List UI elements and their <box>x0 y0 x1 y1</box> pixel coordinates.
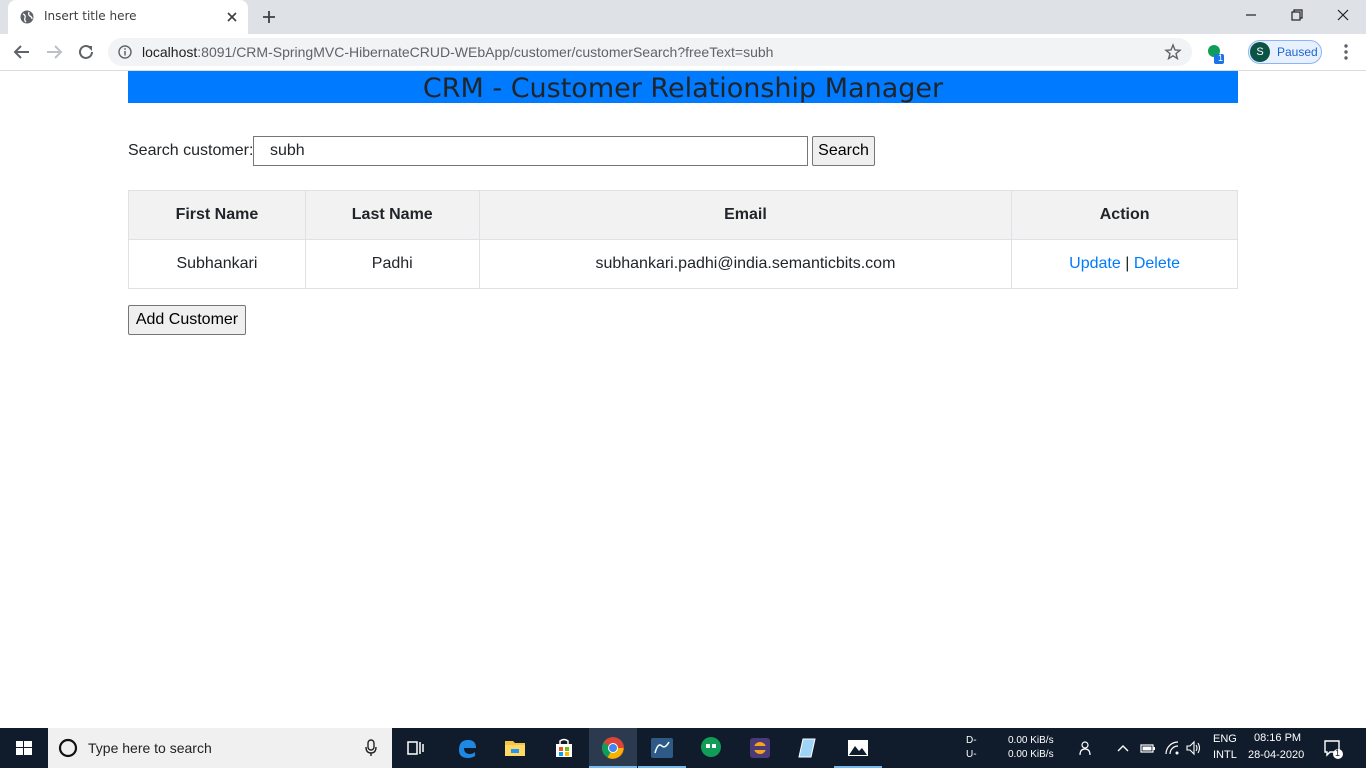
column-header-first-name: First Name <box>128 190 306 240</box>
page-title: CRM - Customer Relationship Manager <box>422 73 944 104</box>
windows-logo-icon <box>16 741 32 755</box>
table-row: Subhankari Padhi subhankari.padhi@india.… <box>128 239 1238 289</box>
ide-icon <box>750 738 770 758</box>
customer-table: First Name Last Name Email Action Subhan… <box>128 190 1238 289</box>
close-tab-icon[interactable] <box>224 9 240 25</box>
browser-tab-strip: Insert title here <box>0 0 1366 34</box>
update-link[interactable]: Update <box>1069 255 1121 272</box>
column-header-action: Action <box>1011 190 1238 240</box>
task-view-icon <box>407 741 424 755</box>
table-header-row: First Name Last Name Email Action <box>128 190 1238 240</box>
url-path: :8091/CRM-SpringMVC-HibernateCRUD-WEbApp… <box>197 44 774 60</box>
action-separator: | <box>1125 255 1130 272</box>
taskbar-notepad[interactable] <box>785 728 833 768</box>
notification-count: 1 <box>1335 748 1341 758</box>
clock-date[interactable]: 28-04-2020 <box>1248 749 1304 761</box>
taskbar-photos[interactable] <box>834 728 882 768</box>
start-button[interactable] <box>0 728 48 768</box>
globe-icon <box>20 10 34 24</box>
taskbar-eclipse[interactable] <box>736 728 784 768</box>
notepad-icon <box>798 738 816 758</box>
hangouts-icon <box>701 737 721 757</box>
tab-title: Insert title here <box>44 9 137 23</box>
wifi-icon[interactable] <box>1164 740 1180 756</box>
net-down-rate: 0.00 KiB/s <box>1008 735 1054 746</box>
cell-last-name: Padhi <box>304 239 480 289</box>
microphone-icon[interactable] <box>364 739 378 757</box>
chrome-icon <box>602 737 624 759</box>
photos-icon <box>848 740 868 756</box>
browser-tab[interactable]: Insert title here <box>8 0 248 34</box>
cell-email: subhankari.padhi@india.semanticbits.com <box>478 239 1013 289</box>
notification-icon <box>1324 740 1343 759</box>
search-input[interactable] <box>253 136 808 166</box>
cell-action: Update | Delete <box>1011 239 1238 289</box>
edge-icon <box>459 740 476 758</box>
url-text: localhost:8091/CRM-SpringMVC-HibernateCR… <box>142 44 773 60</box>
header-bar: CRM - Customer Relationship Manager <box>128 71 1238 104</box>
reload-icon[interactable] <box>76 42 96 62</box>
profile-status: Paused <box>1277 45 1318 59</box>
address-bar[interactable]: localhost:8091/CRM-SpringMVC-HibernateCR… <box>108 38 1192 66</box>
cortana-icon <box>58 738 78 758</box>
new-tab-icon[interactable] <box>260 8 278 26</box>
search-button[interactable]: Search <box>812 136 875 166</box>
column-header-last-name: Last Name <box>304 190 480 240</box>
taskbar-hangouts[interactable] <box>687 728 735 768</box>
task-view-button[interactable] <box>392 728 440 768</box>
taskbar-file-explorer[interactable] <box>491 728 539 768</box>
people-icon[interactable] <box>1079 740 1095 756</box>
net-up-rate: 0.00 KiB/s <box>1008 749 1054 760</box>
browser-toolbar: localhost:8091/CRM-SpringMVC-HibernateCR… <box>0 34 1366 71</box>
folder-icon <box>505 741 525 756</box>
extension-icon[interactable]: 1 <box>1204 42 1226 64</box>
site-info-icon[interactable] <box>118 45 132 59</box>
delete-link[interactable]: Delete <box>1134 255 1180 272</box>
language-indicator[interactable]: ENG <box>1213 733 1237 745</box>
net-up-label: U- <box>966 749 977 760</box>
url-host: localhost <box>142 44 198 60</box>
cell-first-name: Subhankari <box>128 239 306 289</box>
battery-icon[interactable] <box>1140 740 1156 756</box>
taskbar-mysql-workbench[interactable] <box>638 728 686 768</box>
volume-icon[interactable] <box>1186 740 1202 756</box>
column-header-email: Email <box>478 190 1013 240</box>
clock-time[interactable]: 08:16 PM <box>1254 732 1301 744</box>
action-center-button[interactable]: 1 <box>1322 738 1344 760</box>
taskbar-edge[interactable] <box>443 728 491 768</box>
page-content: CRM - Customer Relationship Manager Sear… <box>0 71 1366 728</box>
taskbar-chrome[interactable] <box>589 728 637 768</box>
store-icon <box>556 738 572 757</box>
back-arrow-icon[interactable] <box>12 42 32 62</box>
profile-button[interactable]: S Paused <box>1248 40 1322 64</box>
restore-icon[interactable] <box>1286 5 1308 25</box>
forward-arrow-icon[interactable] <box>44 42 64 62</box>
avatar: S <box>1250 42 1270 62</box>
taskbar-search-placeholder: Type here to search <box>88 740 212 756</box>
kebab-menu-icon[interactable] <box>1336 42 1356 62</box>
minimize-icon[interactable] <box>1240 5 1262 25</box>
extension-badge: 1 <box>1218 53 1224 63</box>
keyboard-layout-indicator[interactable]: INTL <box>1213 749 1237 761</box>
windows-taskbar: Type here to search D- U- 0.00 KiB/s 0.0… <box>0 728 1366 768</box>
mysql-workbench-icon <box>651 738 673 758</box>
add-customer-button[interactable]: Add Customer <box>128 305 246 335</box>
net-down-label: D- <box>966 735 977 746</box>
close-window-icon[interactable] <box>1332 5 1354 25</box>
taskbar-search-box[interactable]: Type here to search <box>48 728 392 768</box>
bookmark-star-icon[interactable] <box>1164 43 1182 61</box>
taskbar-store[interactable] <box>540 728 588 768</box>
search-label: Search customer: <box>128 142 254 159</box>
chevron-up-icon[interactable] <box>1115 740 1131 756</box>
